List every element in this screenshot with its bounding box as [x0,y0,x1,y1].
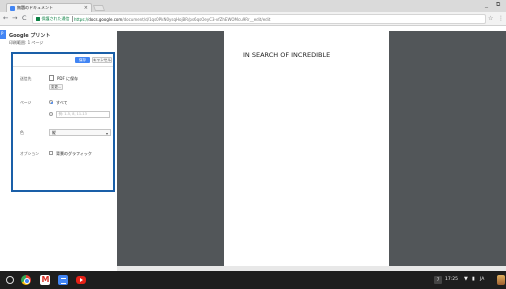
print-title: Google プリント [9,33,51,39]
docs-side-strip: P [0,30,6,39]
cancel-button[interactable]: キャンセル [92,57,112,63]
bookmark-star-icon[interactable]: ☆ [488,15,493,22]
secure-label: 保護された通信 [41,16,70,21]
tab-title: 無題のドキュメント [17,5,53,10]
options-label: オプション [20,151,39,156]
back-icon[interactable]: ← [3,15,8,22]
gmail-icon[interactable] [40,275,50,285]
url-scheme: https:// [74,16,89,22]
forward-icon[interactable]: → [12,15,17,22]
docs-icon[interactable] [58,275,68,285]
pages-label: ページ [20,100,32,105]
pages-all-radio[interactable] [49,100,53,104]
battery-icon[interactable]: ▮ [472,276,475,282]
destination-name: PDF に保存 [57,76,79,81]
tab-close-icon[interactable]: × [84,5,88,11]
settings-divider [13,66,113,67]
address-separator [71,16,72,22]
browser-menu-icon[interactable]: ⋮ [498,15,504,22]
new-tab-button[interactable] [92,5,106,11]
layout-label: 色 [20,130,24,135]
notification-count[interactable]: 7 [434,276,442,284]
print-header: Google プリント 印刷範囲: 1 ページ [9,32,50,46]
avatar[interactable] [497,275,505,285]
print-pages-summary: 印刷範囲: 1 ページ [9,40,44,45]
chrome-icon[interactable] [21,275,31,285]
pages-custom-input[interactable]: 例: 1-5, 8, 11-13 [56,111,110,118]
destination-label: 送信先 [20,76,32,81]
os-taskbar: 7 17:25 ▼ ▮ JA [0,271,506,289]
youtube-icon[interactable] [76,276,86,284]
clock[interactable]: 17:25 [445,277,458,282]
docs-strip-label: P [1,31,4,36]
change-destination-button[interactable]: 変更... [49,84,63,90]
pages-all-label: すべて [56,100,68,105]
restore-icon[interactable]: ⧉ [496,1,500,9]
ime-indicator[interactable]: JA [480,277,484,282]
layout-select[interactable]: 縦 ▾ [49,129,111,136]
preview-page: IN SEARCH OF INCREDIBLE [224,31,389,266]
address-bar[interactable]: 保護された通信 https:// docs.google.com /docume… [32,14,486,24]
url-host: docs.google.com [88,16,123,22]
background-graphics-label: 背景のグラフィック [56,151,92,156]
tab-untitled-document[interactable]: 無題のドキュメント × [6,3,92,12]
lock-icon [36,17,40,21]
launcher-icon[interactable] [6,276,14,284]
save-button[interactable]: 保存 [75,57,90,63]
layout-select-value: 縦 [52,129,56,135]
print-settings-panel: 保存 キャンセル 送信先 PDF に保存 変更... ページ すべて 例: 1-… [11,52,115,192]
preview-page-text: IN SEARCH OF INCREDIBLE [243,51,331,59]
browser-titlebar: 無題のドキュメント × _ ⧉ [0,0,506,12]
wifi-icon[interactable]: ▼ [464,276,468,282]
pdf-file-icon [49,75,54,81]
docs-tab-icon [10,5,15,11]
page-content: P Google プリント 印刷範囲: 1 ページ 保存 キャンセル 送信先 P… [0,26,506,271]
chevron-down-icon: ▾ [105,130,108,136]
pages-custom-radio[interactable] [49,112,53,116]
browser-toolbar: ← → C 保護された通信 https:// docs.google.com /… [0,12,506,26]
minimize-icon[interactable]: _ [485,1,488,8]
reload-icon[interactable]: C [22,15,27,22]
background-graphics-checkbox[interactable] [49,151,53,155]
url-path: /document/d/1qs0PkN0ysqHojBR/ps6qsOeyC3-… [122,16,271,22]
